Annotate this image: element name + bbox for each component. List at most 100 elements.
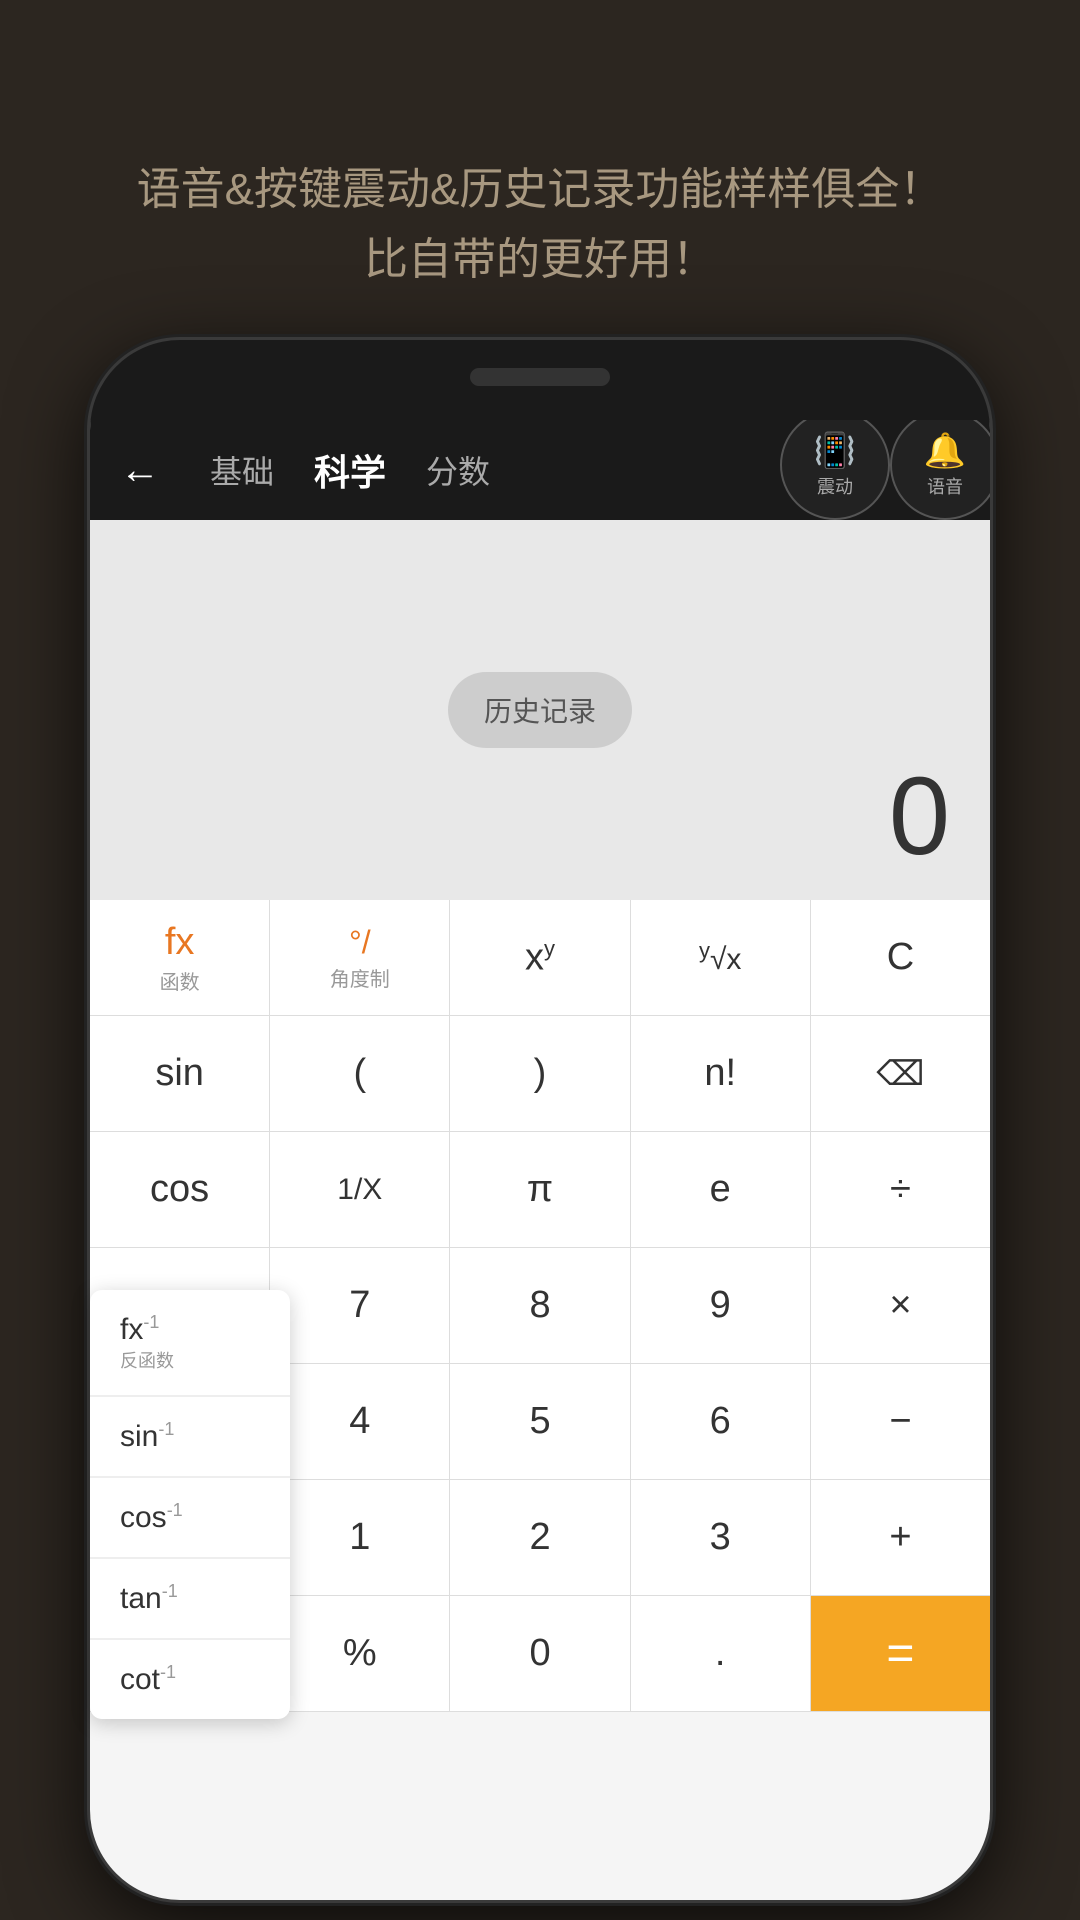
header-line2: 比自带的更好用！ — [60, 225, 1020, 295]
key-root-main: y√x — [699, 938, 741, 977]
key-fx-sub: 函数 — [160, 966, 200, 995]
voice-button[interactable]: 🔔 语音 — [890, 420, 990, 520]
back-button[interactable]: ← — [120, 448, 180, 493]
key-clear-main: C — [887, 936, 914, 979]
key-backspace[interactable]: ⌫ — [811, 1016, 990, 1131]
key-close-paren[interactable]: ) — [450, 1016, 630, 1131]
key-percent-main: % — [343, 1632, 377, 1675]
key-equals-main: = — [886, 1626, 914, 1681]
top-controls: 📳 震动 🔔 语音 — [780, 420, 990, 520]
key-row-2: cos 1/X π e ÷ — [90, 1132, 990, 1248]
key-angle[interactable]: °/ 角度制 — [270, 900, 450, 1015]
key-plus[interactable]: + — [811, 1480, 990, 1595]
vibrate-label: 震动 — [817, 473, 853, 499]
key-angle-main: °/ — [349, 924, 371, 961]
voice-icon: 🔔 — [924, 431, 966, 471]
tab-fraction[interactable]: 分数 — [426, 447, 490, 493]
popup-item-fx-label: fx-1 — [120, 1313, 159, 1346]
history-button[interactable]: 历史记录 — [448, 672, 632, 748]
display-area: 历史记录 0 — [90, 520, 990, 900]
display-value: 0 — [889, 753, 950, 880]
key-2[interactable]: 2 — [450, 1480, 630, 1595]
key-4[interactable]: 4 — [270, 1364, 450, 1479]
popup-item-cos-label: cos-1 — [120, 1501, 183, 1534]
top-nav: ← 基础 科学 分数 📳 震动 🔔 语音 — [90, 420, 990, 520]
key-pi[interactable]: π — [450, 1132, 630, 1247]
key-9-main: 9 — [710, 1284, 731, 1327]
key-pow-main: xy — [525, 936, 555, 980]
key-sin-main: sin — [155, 1052, 204, 1095]
key-factorial-main: n! — [704, 1052, 736, 1095]
key-reciprocal-main: 1/X — [337, 1173, 382, 1207]
key-angle-sub: 角度制 — [330, 963, 390, 992]
key-cos-main: cos — [150, 1168, 209, 1211]
key-multiply[interactable]: × — [811, 1248, 990, 1363]
key-2-main: 2 — [529, 1516, 550, 1559]
key-3-main: 3 — [710, 1516, 731, 1559]
key-factorial[interactable]: n! — [631, 1016, 811, 1131]
key-9[interactable]: 9 — [631, 1248, 811, 1363]
vibrate-button[interactable]: 📳 震动 — [780, 420, 890, 520]
key-multiply-main: × — [889, 1284, 911, 1327]
key-7-main: 7 — [349, 1284, 370, 1327]
key-row-0: fx 函数 °/ 角度制 xy y√x C — [90, 900, 990, 1016]
key-1-main: 1 — [349, 1516, 370, 1559]
phone-speaker — [470, 368, 610, 386]
tab-basic[interactable]: 基础 — [210, 447, 274, 493]
key-0-main: 0 — [529, 1632, 550, 1675]
key-6-main: 6 — [710, 1400, 731, 1443]
key-fx[interactable]: fx 函数 — [90, 900, 270, 1015]
key-0[interactable]: 0 — [450, 1596, 630, 1711]
key-5[interactable]: 5 — [450, 1364, 630, 1479]
key-minus[interactable]: − — [811, 1364, 990, 1479]
header-line1: 语音&按键震动&历史记录功能样样俱全！ — [60, 155, 1020, 225]
key-e-main: e — [710, 1168, 731, 1211]
key-plus-main: + — [889, 1516, 911, 1559]
popup-arrow — [288, 1670, 290, 1698]
key-row-1: sin ( ) n! ⌫ — [90, 1016, 990, 1132]
voice-label: 语音 — [927, 473, 963, 499]
popup-item-sin-inv[interactable]: sin-1 — [90, 1397, 290, 1477]
key-open-paren[interactable]: ( — [270, 1016, 450, 1131]
key-divide[interactable]: ÷ — [811, 1132, 990, 1247]
popup-item-fx-inv[interactable]: fx-1 反函数 — [90, 1290, 290, 1396]
key-minus-main: − — [889, 1400, 911, 1443]
tab-science[interactable]: 科学 — [314, 444, 386, 496]
key-pow[interactable]: xy — [450, 900, 630, 1015]
popup-item-cos-inv[interactable]: cos-1 — [90, 1478, 290, 1558]
key-dot[interactable]: . — [631, 1596, 811, 1711]
key-divide-main: ÷ — [890, 1168, 911, 1211]
key-root[interactable]: y√x — [631, 900, 811, 1015]
key-dot-main: . — [715, 1632, 726, 1675]
key-close-paren-main: ) — [534, 1052, 547, 1095]
popup-item-cot-inv[interactable]: cot-1 — [90, 1640, 290, 1719]
key-8[interactable]: 8 — [450, 1248, 630, 1363]
key-fx-main: fx — [165, 921, 195, 964]
key-reciprocal[interactable]: 1/X — [270, 1132, 450, 1247]
key-clear[interactable]: C — [811, 900, 990, 1015]
key-percent[interactable]: % — [270, 1596, 450, 1711]
key-sin[interactable]: sin — [90, 1016, 270, 1131]
key-5-main: 5 — [529, 1400, 550, 1443]
key-3[interactable]: 3 — [631, 1480, 811, 1595]
key-1[interactable]: 1 — [270, 1480, 450, 1595]
key-cos[interactable]: cos — [90, 1132, 270, 1247]
key-open-paren-main: ( — [353, 1052, 366, 1095]
nav-tabs: 基础 科学 分数 — [210, 444, 490, 496]
key-4-main: 4 — [349, 1400, 370, 1443]
popup-item-cot-label: cot-1 — [120, 1663, 176, 1696]
key-8-main: 8 — [529, 1284, 550, 1327]
key-pi-main: π — [527, 1168, 553, 1211]
key-7[interactable]: 7 — [270, 1248, 450, 1363]
key-equals[interactable]: = — [811, 1596, 990, 1711]
popup-item-tan-label: tan-1 — [120, 1582, 178, 1615]
popup-menu: fx-1 反函数 sin-1 cos-1 tan-1 cot-1 — [90, 1290, 290, 1719]
vibrate-icon: 📳 — [814, 431, 856, 471]
popup-item-tan-inv[interactable]: tan-1 — [90, 1559, 290, 1639]
key-e[interactable]: e — [631, 1132, 811, 1247]
popup-item-sin-label: sin-1 — [120, 1420, 174, 1453]
header-section: 语音&按键震动&历史记录功能样样俱全！ 比自带的更好用！ — [0, 0, 1080, 296]
key-6[interactable]: 6 — [631, 1364, 811, 1479]
popup-item-fx-sublabel: 反函数 — [120, 1347, 260, 1373]
key-backspace-main: ⌫ — [876, 1054, 924, 1094]
